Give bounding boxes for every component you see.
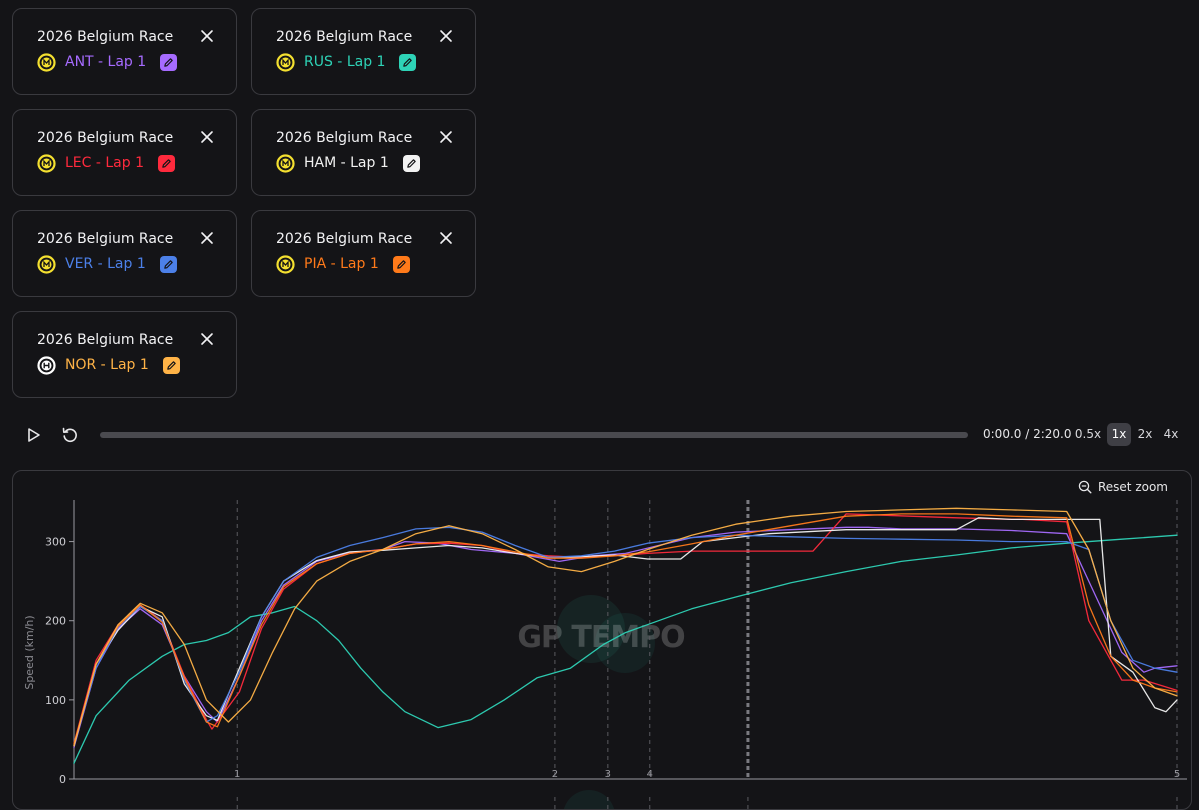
y-tick-label: 0 [59,773,66,786]
y-tick-label: 100 [45,694,66,707]
team-logo-icon [276,52,295,72]
card-title: 2026 Belgium Race [37,29,174,45]
speed-chart[interactable]: GP TEMPO 0 100 200 300 Speed (km/h) 1 2 3 4 5 [13,471,1192,810]
zoom-out-icon [1078,480,1092,494]
lap-card[interactable]: 2026 Belgium Race PIA - Lap 1 [251,210,476,297]
time-readout: 0:00.0 / 2:20.0 [983,427,1072,441]
driver-lap-label: HAM - Lap 1 [304,155,389,171]
driver-lap-label: NOR - Lap 1 [65,357,149,373]
pencil-icon [403,57,413,67]
lap-card[interactable]: 2026 Belgium Race HAM - Lap 1 [251,109,476,196]
pencil-icon [164,57,173,67]
playback-bar: 0:00.0 / 2:20.0 0.5x 1x 2x 4x [0,418,1199,452]
team-logo-icon [276,254,295,274]
driver-lap-label: LEC - Lap 1 [65,155,144,171]
card-driver-row: HAM - Lap 1 [276,153,420,173]
driver-lap-label: PIA - Lap 1 [304,256,379,272]
speed-option-button[interactable]: 2x [1133,423,1157,446]
lap-card[interactable]: 2026 Belgium Race VER - Lap 1 [12,210,237,297]
sector-marker-label: 2 [552,769,558,780]
edit-color-button[interactable] [402,154,420,172]
edit-color-button[interactable] [392,255,410,273]
edit-color-button[interactable] [162,356,180,374]
edit-color-button[interactable] [158,154,175,172]
lap-card[interactable]: 2026 Belgium Race LEC - Lap 1 [12,109,237,196]
sector-marker-label: 4 [647,769,653,780]
restart-icon [62,427,77,443]
close-icon[interactable] [200,129,214,143]
edit-color-button[interactable] [399,53,417,71]
edit-color-button[interactable] [159,255,177,273]
card-title: 2026 Belgium Race [37,231,174,247]
pencil-icon [163,259,173,269]
card-driver-row: PIA - Lap 1 [276,254,410,274]
team-logo-icon [37,355,56,375]
y-axis-label: Speed (km/h) [23,615,36,689]
sector-marker-label: 5 [1174,769,1180,780]
team-logo-icon [276,153,295,173]
card-driver-row: LEC - Lap 1 [37,153,175,173]
play-button[interactable] [24,426,42,444]
reset-zoom-button[interactable]: Reset zoom [1078,480,1168,494]
team-logo-icon [37,254,56,274]
team-logo-icon [37,153,56,173]
y-tick-label: 200 [45,615,66,628]
card-title: 2026 Belgium Race [37,332,174,348]
driver-lap-label: RUS - Lap 1 [304,54,386,70]
card-driver-row: RUS - Lap 1 [276,52,417,72]
driver-lap-label: ANT - Lap 1 [65,54,147,70]
y-tick-label: 300 [45,536,66,549]
sector-marker-label: 3 [605,769,611,780]
lap-card[interactable]: 2026 Belgium Race RUS - Lap 1 [251,8,476,95]
edit-color-button[interactable] [160,53,178,71]
pencil-icon [396,259,406,269]
speed-option-button[interactable]: 1x [1107,423,1131,446]
card-title: 2026 Belgium Race [276,29,413,45]
pencil-icon [162,158,171,168]
team-logo-icon [37,52,56,72]
close-icon[interactable] [200,331,214,345]
watermark-text: GP TEMPO [517,620,684,655]
close-icon[interactable] [439,230,453,244]
card-driver-row: NOR - Lap 1 [37,355,180,375]
lap-card[interactable]: 2026 Belgium Race NOR - Lap 1 [12,311,237,398]
close-icon[interactable] [200,28,214,42]
card-driver-row: VER - Lap 1 [37,254,177,274]
close-icon[interactable] [200,230,214,244]
close-icon[interactable] [439,28,453,42]
reset-zoom-label: Reset zoom [1097,480,1168,494]
sector-marker-label: 1 [234,769,240,780]
card-driver-row: ANT - Lap 1 [37,52,178,72]
lap-card[interactable]: 2026 Belgium Race ANT - Lap 1 [12,8,237,95]
speed-option-button[interactable]: 0.5x [1072,423,1104,446]
card-title: 2026 Belgium Race [276,231,413,247]
restart-button[interactable] [60,425,80,445]
pencil-icon [407,158,416,168]
playback-progress-bar[interactable] [100,432,968,438]
watermark-blob [563,790,615,809]
driver-lap-label: VER - Lap 1 [65,256,146,272]
speed-option-button[interactable]: 4x [1159,423,1183,446]
close-icon[interactable] [439,129,453,143]
pencil-icon [167,360,176,370]
card-title: 2026 Belgium Race [37,130,174,146]
speed-chart-panel: GP TEMPO 0 100 200 300 Speed (km/h) 1 2 3 4 5 Rese… [12,470,1192,810]
play-icon [28,428,40,442]
card-title: 2026 Belgium Race [276,130,413,146]
